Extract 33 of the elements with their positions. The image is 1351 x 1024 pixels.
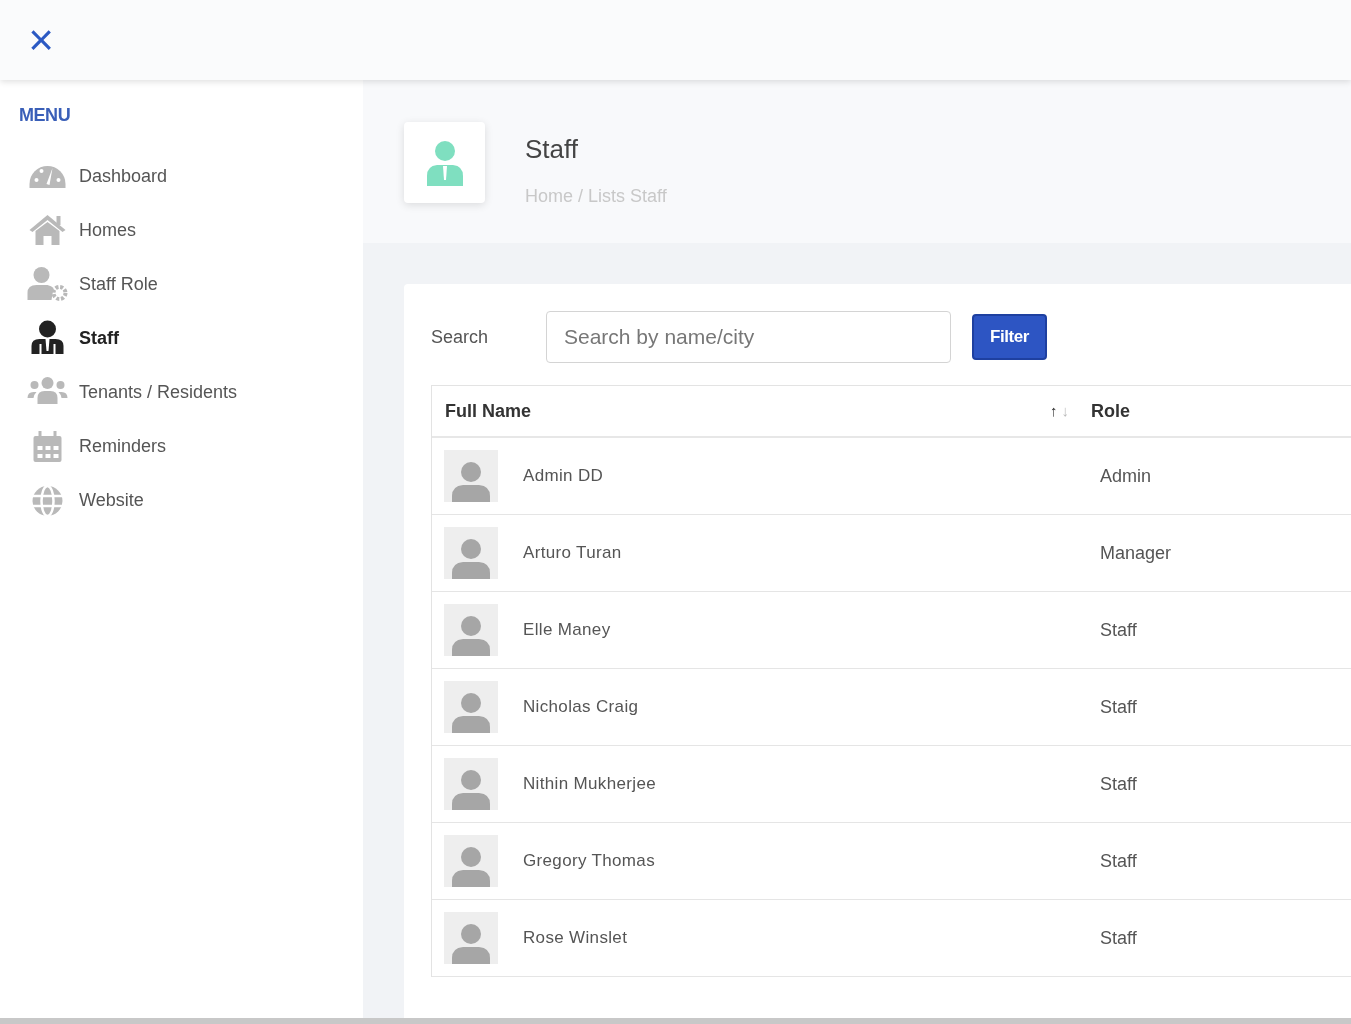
- sidebar-item[interactable]: Dashboard: [0, 149, 363, 203]
- role-cell-text: Staff: [1100, 695, 1137, 719]
- role-cell-text: Staff: [1100, 926, 1137, 950]
- role-cell-text: Admin: [1100, 464, 1152, 488]
- user-gear-icon: [27, 266, 68, 302]
- sidebar-item[interactable]: Website: [0, 473, 363, 527]
- staff-name: Gregory Thomas: [523, 850, 656, 873]
- role-cell-text: Staff: [1100, 618, 1137, 642]
- column-header[interactable]: Full Name: [445, 397, 1050, 425]
- search-field[interactable]: Search by name/city: [546, 311, 951, 363]
- sidebar-item[interactable]: Tenants / Residents: [0, 365, 363, 419]
- sidebar-item[interactable]: Reminders: [0, 419, 363, 473]
- search-label: Search: [431, 325, 490, 349]
- close-button[interactable]: ×: [26, 20, 56, 60]
- staff-name: Rose Winslet: [523, 927, 629, 950]
- sidebar-item[interactable]: Staff Role: [0, 257, 363, 311]
- staff-name: Arturo Turan: [523, 542, 623, 565]
- page-title: Staff: [525, 133, 578, 166]
- staff-name: Admin DD: [523, 465, 605, 488]
- role-cell-text: Manager: [1100, 541, 1172, 565]
- house-icon: [27, 212, 68, 248]
- staff-name: Elle Maney: [523, 619, 612, 642]
- sort-ascending-icon[interactable]: ↑: [1050, 399, 1058, 423]
- staff-name: Nicholas Craig: [523, 696, 640, 719]
- staff-icon: [424, 139, 465, 186]
- filter-button[interactable]: Filter: [972, 314, 1047, 360]
- staff-name: Nithin Mukherjee: [523, 773, 657, 796]
- menu-heading: MENU: [19, 104, 71, 127]
- sidebar-item[interactable]: Staff: [0, 311, 363, 365]
- column-header[interactable]: Role: [1091, 397, 1130, 425]
- role-cell-text: Staff: [1100, 849, 1137, 873]
- sidebar-item[interactable]: Homes: [0, 203, 363, 257]
- role-cell-text: Staff: [1100, 772, 1137, 796]
